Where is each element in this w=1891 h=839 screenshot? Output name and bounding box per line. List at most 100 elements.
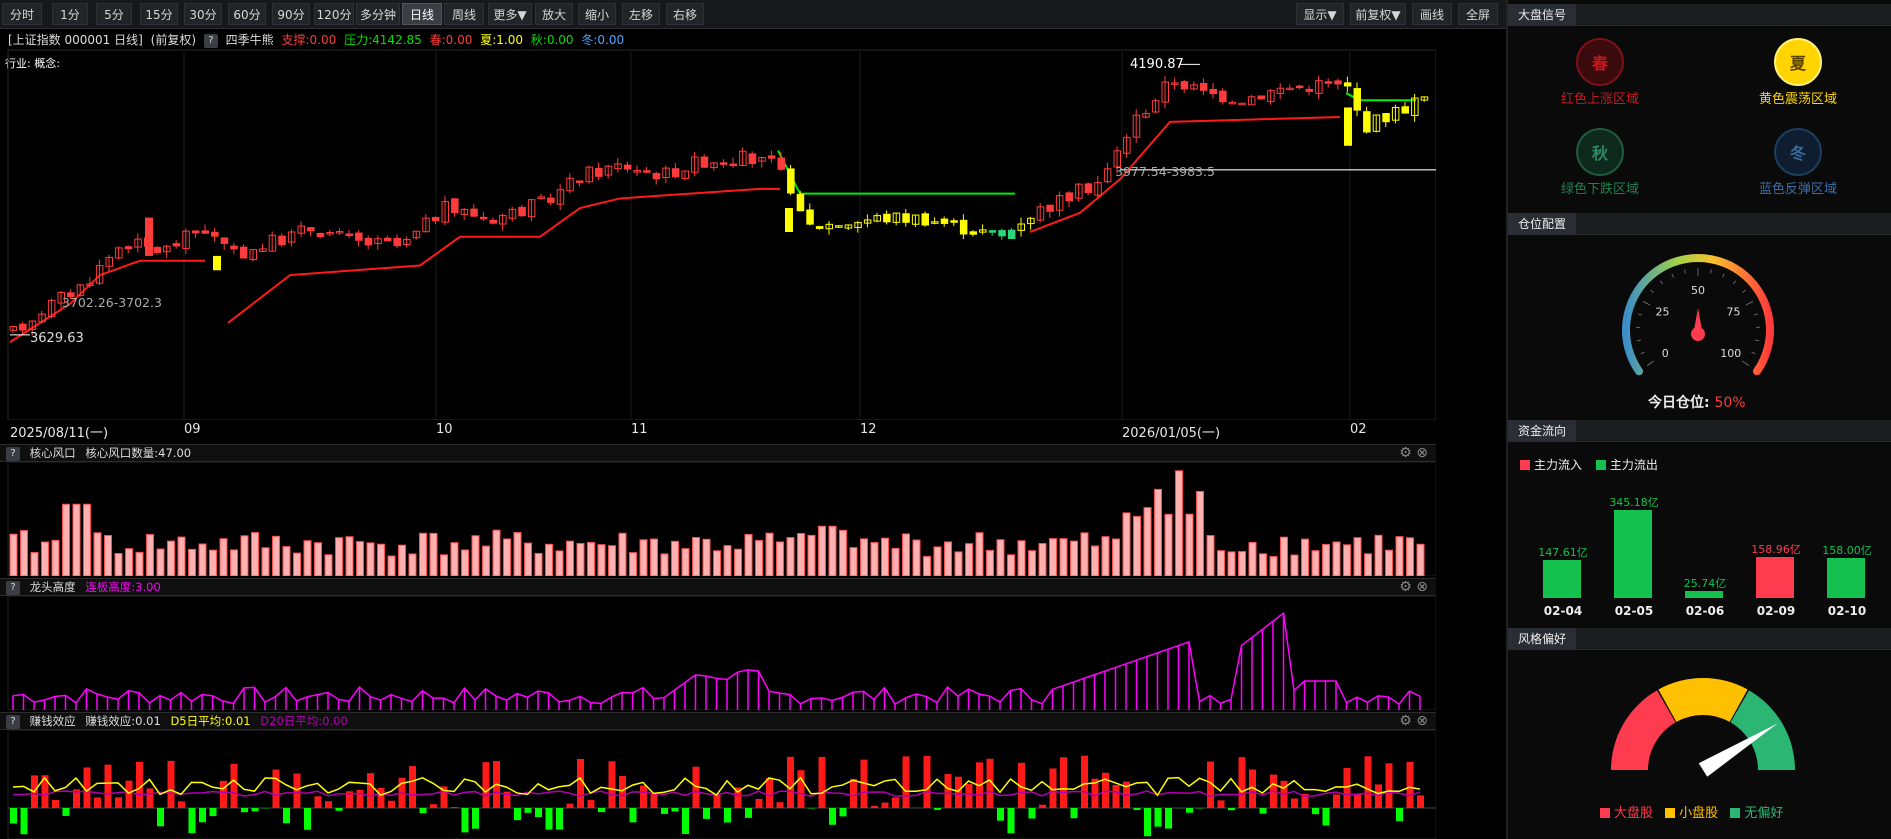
pan-left-button[interactable]: 左移 <box>622 3 660 25</box>
core-bar <box>387 555 396 576</box>
core-bar <box>534 552 543 576</box>
draw-button[interactable]: 画线 <box>1412 3 1452 25</box>
core-bar <box>72 503 81 576</box>
date-label: 12 <box>860 422 877 437</box>
close-icon[interactable]: ⊗ <box>1416 579 1428 595</box>
money-bar <box>955 776 962 808</box>
flow-value: 158.96亿 <box>1751 543 1801 557</box>
panel-frame <box>7 596 1436 710</box>
money-bar <box>1364 756 1372 808</box>
help-icon[interactable]: ? <box>6 580 20 595</box>
period-button-weekly[interactable]: 周线 <box>444 3 484 25</box>
period-button-5min[interactable]: 5分 <box>96 3 132 25</box>
core-bar <box>1353 537 1362 576</box>
core-bar <box>786 537 795 576</box>
money-bar <box>1144 808 1151 837</box>
core-bar <box>1280 536 1288 576</box>
money-bar <box>1343 768 1351 808</box>
display-dropdown[interactable]: 显示▼ <box>1296 3 1344 25</box>
money-bar <box>608 761 616 808</box>
summer-icon: 夏 <box>1774 38 1822 86</box>
zoom-out-button[interactable]: 缩小 <box>578 3 616 25</box>
core-bar <box>660 553 669 576</box>
core-bar <box>62 503 70 576</box>
core-bar <box>1164 513 1173 576</box>
core-bar <box>1406 537 1414 576</box>
candle-body <box>787 168 795 194</box>
core-bar <box>513 532 522 576</box>
core-bar <box>839 529 847 576</box>
more-dropdown[interactable]: 更多▼ <box>488 3 532 25</box>
signal-winter: 冬 蓝色反弹区域 <box>1738 128 1858 197</box>
help-icon[interactable]: ? <box>6 446 20 461</box>
candle-body <box>959 219 968 235</box>
core-bar <box>471 535 480 576</box>
winter-icon: 冬 <box>1774 128 1822 176</box>
gear-icon[interactable]: ⚙ <box>1399 713 1412 729</box>
core-bar <box>356 541 364 576</box>
core-bar <box>755 539 763 576</box>
money-bar <box>199 808 206 823</box>
core-bar <box>20 530 28 576</box>
dragon-panel-header: ? 龙头高度 连板高度:3.00 ⚙ ⊗ <box>0 578 1436 596</box>
period-button-90min[interactable]: 90分 <box>272 3 310 25</box>
money-bar <box>682 808 689 835</box>
core-bar <box>366 542 375 576</box>
period-button-timeshare[interactable]: 分时 <box>2 3 42 25</box>
candle-body <box>451 198 459 214</box>
core-bar <box>51 539 60 576</box>
help-icon[interactable]: ? <box>6 714 20 729</box>
period-button-15min[interactable]: 15分 <box>140 3 178 25</box>
core-bar <box>902 533 910 576</box>
core-bar <box>1301 538 1309 576</box>
core-bar <box>818 525 826 576</box>
period-button-multimin[interactable]: 多分钟 <box>356 3 400 25</box>
core-bar <box>545 543 553 576</box>
money-bar <box>325 801 332 808</box>
period-button-30min[interactable]: 30分 <box>184 3 222 25</box>
pan-right-button[interactable]: 右移 <box>666 3 704 25</box>
signal-summer: 夏 黄色震荡区域 <box>1738 38 1858 107</box>
period-button-120min[interactable]: 120分 <box>314 3 354 25</box>
core-bar <box>881 537 889 576</box>
flow-bar <box>1756 557 1794 598</box>
period-button-60min[interactable]: 60分 <box>228 3 266 25</box>
gear-icon[interactable]: ⚙ <box>1399 579 1412 595</box>
low-annotation: 3629.63 <box>30 331 84 346</box>
money-bar <box>283 808 290 824</box>
flow-date: 02-10 <box>1827 604 1867 618</box>
money-bar <box>157 808 164 827</box>
core-bar <box>555 550 564 576</box>
gear-icon[interactable]: ⚙ <box>1399 445 1412 461</box>
period-button-1min[interactable]: 1分 <box>52 3 88 25</box>
money-bar <box>220 780 227 808</box>
candle-body <box>479 216 488 220</box>
fullscreen-button[interactable]: 全屏 <box>1458 3 1498 25</box>
period-button-daily[interactable]: 日线 <box>402 3 442 25</box>
zoom-in-button[interactable]: 放大 <box>535 3 573 25</box>
core-bar <box>1122 512 1131 576</box>
core-bar <box>503 538 511 576</box>
gauge-tick <box>1659 280 1664 285</box>
core-bar <box>177 536 186 576</box>
close-icon[interactable]: ⊗ <box>1416 445 1428 461</box>
candlestick-chart[interactable]: 4200.04050.03950.03850.03750.03650.03550… <box>0 30 1436 420</box>
core-bar <box>1395 536 1404 576</box>
candle-body <box>988 230 997 233</box>
adjust-dropdown[interactable]: 前复权▼ <box>1350 3 1406 25</box>
money-bar <box>451 807 458 808</box>
signal-spring: 春 红色上涨区域 <box>1540 38 1660 107</box>
money-bar <box>640 785 647 808</box>
signal-label: 黄色震荡区域 <box>1758 92 1837 107</box>
money-bar <box>745 808 752 818</box>
money-bar <box>766 777 773 808</box>
gauge-tick <box>1732 280 1737 285</box>
money-bar <box>1060 757 1067 808</box>
money-bar <box>1259 808 1267 814</box>
pressure-line <box>777 150 1015 195</box>
candle-body <box>201 230 209 234</box>
flow-legend: 主力流入 主力流出 <box>1520 456 1658 473</box>
date-label: 2025/08/11(一) <box>10 426 109 441</box>
core-bar <box>1038 542 1047 576</box>
close-icon[interactable]: ⊗ <box>1416 713 1428 729</box>
